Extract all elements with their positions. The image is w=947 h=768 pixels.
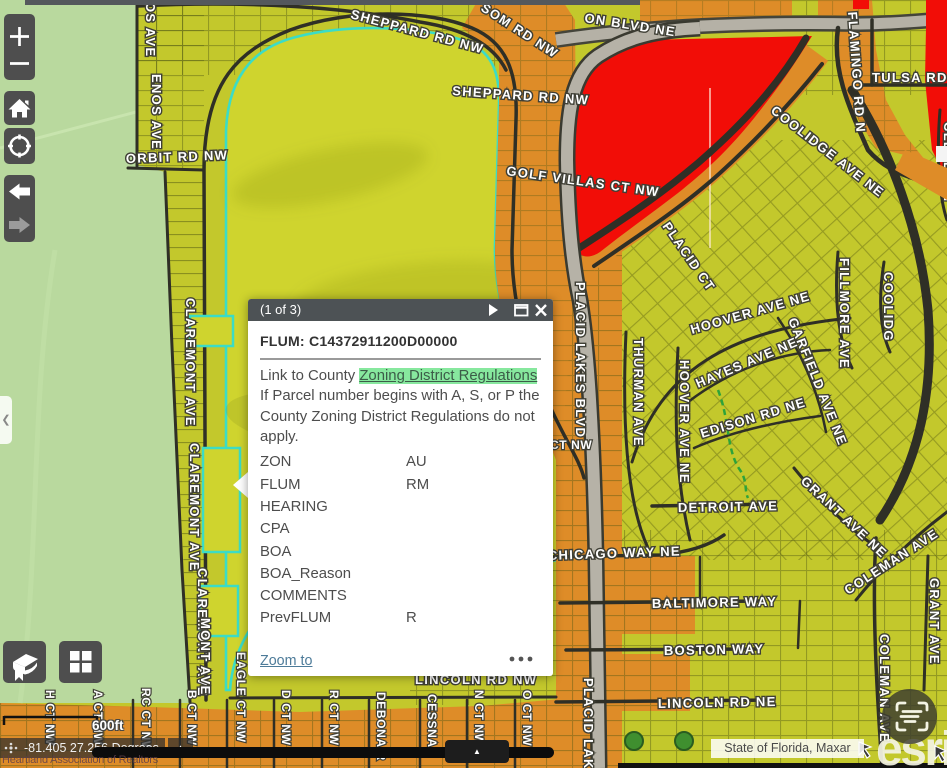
svg-text:BOSTON WAY: BOSTON WAY: [664, 641, 765, 658]
svg-text:OS AVE: OS AVE: [143, 2, 158, 57]
svg-text:DETROIT AVE: DETROIT AVE: [678, 498, 778, 515]
svg-text:THURMAN AVE: THURMAN AVE: [631, 338, 646, 447]
svg-text:GRANT AVE: GRANT AVE: [927, 578, 942, 665]
svg-text:TULSA RD: TULSA RD: [872, 70, 947, 85]
svg-text:LINCOLN RD NE: LINCOLN RD NE: [658, 694, 777, 711]
svg-text:MONT AVE: MONT AVE: [198, 618, 213, 696]
svg-text:ENOS AVE: ENOS AVE: [149, 74, 164, 150]
svg-text:CLAREMONT AVE: CLAREMONT AVE: [187, 443, 202, 572]
svg-text:HOOVER AVE NE: HOOVER AVE NE: [677, 360, 692, 484]
svg-text:PLACID LAKES: PLACID LAKES: [581, 678, 596, 768]
svg-text:CLAREMONT AVE: CLAREMONT AVE: [183, 298, 198, 427]
svg-text:CT NW: CT NW: [550, 438, 592, 452]
svg-text:EAGLE CT NW: EAGLE CT NW: [234, 652, 248, 743]
svg-text:COOLIDG: COOLIDG: [881, 272, 896, 342]
svg-text:D CT NW: D CT NW: [279, 690, 293, 746]
svg-text:BALTIMORE WAY: BALTIMORE WAY: [652, 594, 777, 611]
svg-text:R CT NW: R CT NW: [327, 690, 341, 746]
svg-text:PLACID LAKES BLVD: PLACID LAKES BLVD: [573, 282, 588, 438]
svg-text:N CT NW: N CT NW: [472, 690, 486, 746]
svg-text:FILLMORE AVE: FILLMORE AVE: [837, 258, 852, 369]
svg-text:CESSNA: CESSNA: [425, 694, 439, 748]
svg-text:O CT NW: O CT NW: [520, 690, 534, 746]
